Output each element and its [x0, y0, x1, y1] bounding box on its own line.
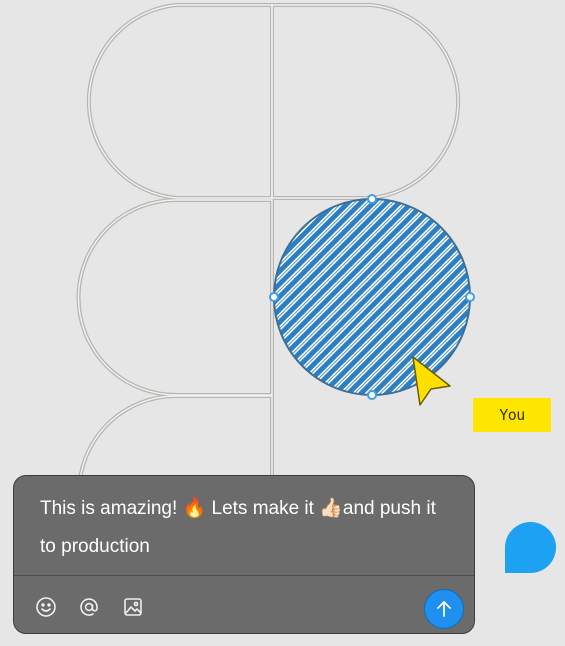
image-button[interactable]: [121, 595, 145, 619]
send-button[interactable]: [424, 589, 464, 629]
comment-text-part2: Lets make it: [206, 498, 320, 519]
comment-toolbar: [14, 576, 474, 633]
fire-emoji: 🔥: [182, 498, 207, 519]
mention-icon: [80, 598, 98, 616]
handle-left[interactable]: [269, 292, 279, 302]
cursor-name-tag: You: [473, 398, 551, 432]
handle-top[interactable]: [367, 194, 377, 204]
comment-composer: This is amazing! 🔥 Lets make it 👍🏻and pu…: [13, 475, 475, 634]
mention-button[interactable]: [77, 595, 101, 619]
comment-input[interactable]: This is amazing! 🔥 Lets make it 👍🏻and pu…: [40, 490, 450, 566]
emoji-button[interactable]: [34, 595, 58, 619]
collaborator-avatar[interactable]: [505, 522, 556, 573]
arrow-up-icon: [437, 601, 451, 617]
comment-text-part1: This is amazing!: [40, 498, 183, 519]
selected-circle-shape[interactable]: [273, 198, 471, 396]
cursor-name-label: You: [499, 406, 525, 424]
handle-bottom[interactable]: [367, 390, 377, 400]
handle-right[interactable]: [465, 292, 475, 302]
thumbs-up-emoji: 👍🏻: [319, 498, 343, 519]
logo-middle-left-shape: [76, 198, 274, 397]
image-icon: [124, 598, 142, 616]
emoji-icon: [36, 597, 56, 617]
